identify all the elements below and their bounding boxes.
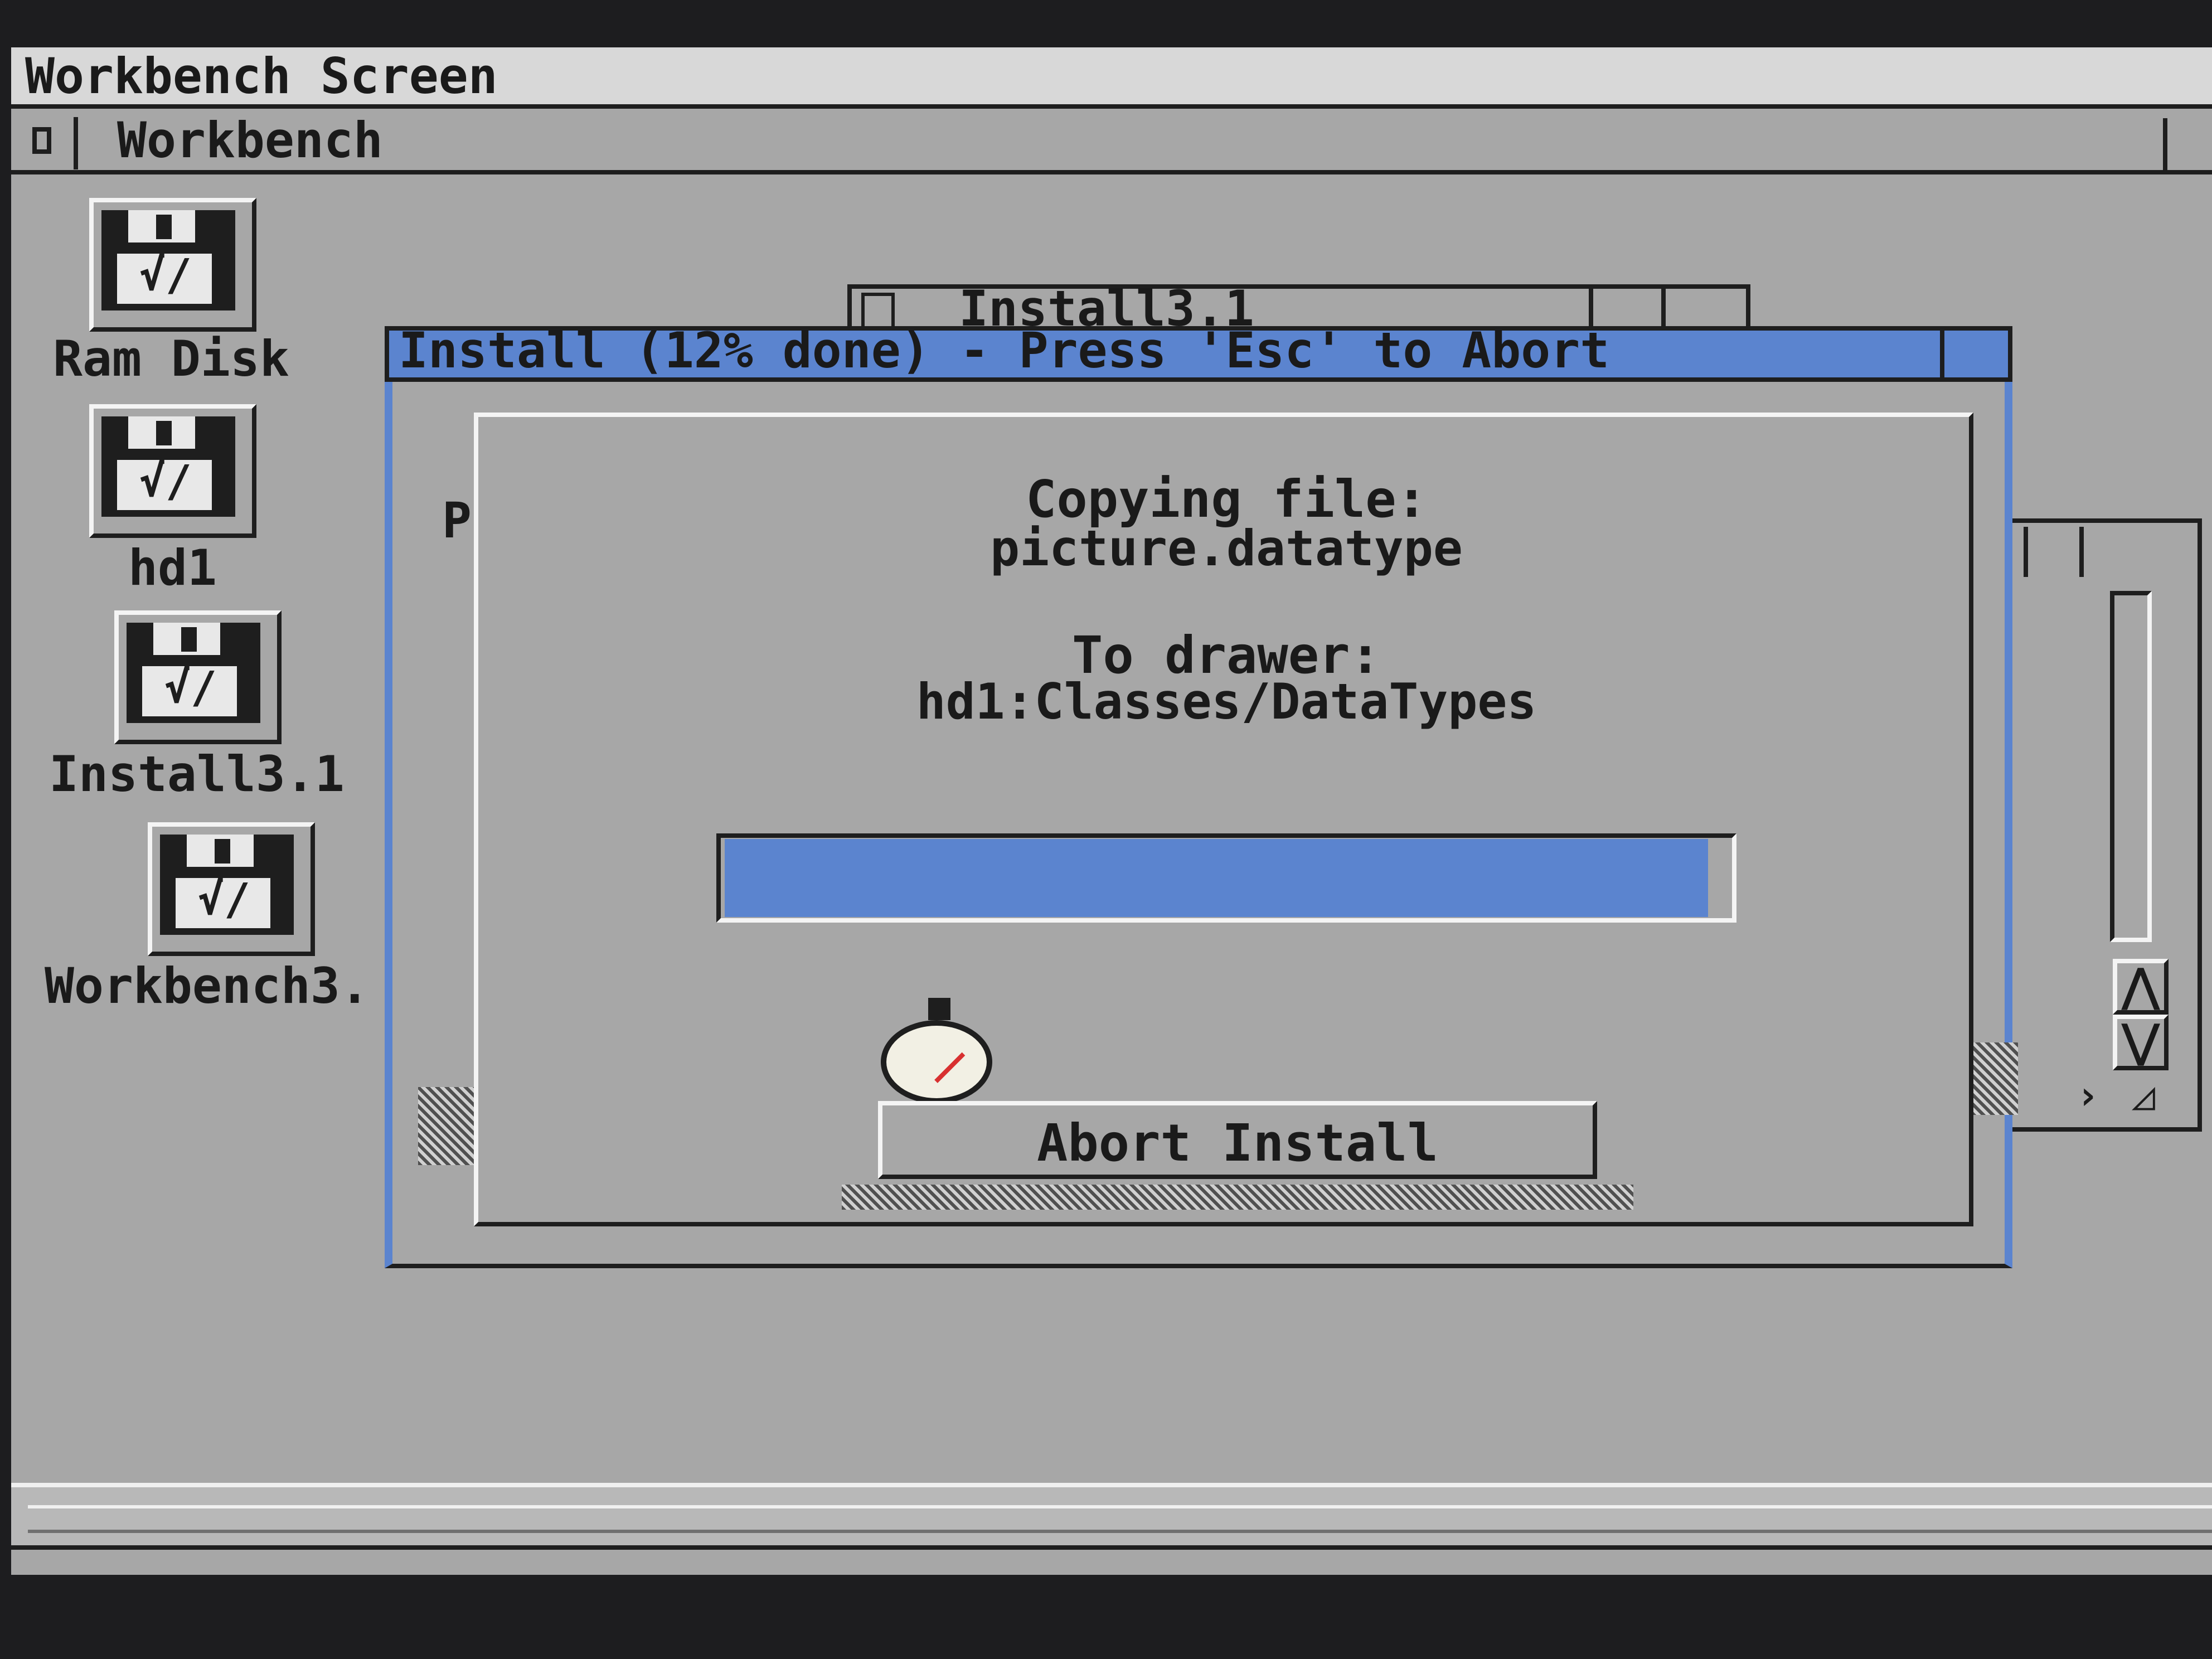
icon-label-hd1[interactable]: hd1 [128,544,217,593]
progress-bar-fill [725,839,1708,917]
vertical-scrollbar[interactable] [2110,591,2152,942]
hatched-border-left [418,1087,474,1165]
depth-gadget-icon[interactable] [1940,329,2010,382]
disk-slot [156,215,172,239]
scroll-down-icon[interactable]: ⋁ [2113,1015,2169,1070]
workbench3-icon[interactable]: √/ [148,822,315,956]
disk-slot [215,839,230,864]
disk-slot [181,627,197,652]
ram-disk-icon[interactable]: √/ [89,198,256,332]
install31-icon[interactable]: √/ [114,610,282,744]
scroll-up-icon[interactable]: ⋀ [2113,959,2169,1015]
check-mark: √/ [164,663,217,713]
copying-file-name: picture.datatype [990,520,1463,577]
zoom-gadget-icon[interactable] [2024,527,2074,577]
stopwatch-crown [928,998,950,1020]
stopwatch-face [881,1020,992,1104]
install-dialog-title: Install (12% done) - Press 'Esc' to Abor… [399,322,1610,379]
check-mark: √/ [198,875,250,925]
depth-gadget-icon[interactable] [2163,118,2212,174]
background-window-frame [1985,518,2202,1132]
check-mark: √/ [139,457,192,507]
close-gadget-icon [32,127,51,154]
copying-file-label: Copying file: [1025,469,1428,529]
icon-label-install31[interactable]: Install3.1 [49,750,345,799]
to-drawer-path: hd1:Classes/DataTypes [916,673,1537,730]
depth-gadget-icon[interactable] [2079,527,2157,577]
stopwatch-icon [875,998,998,1104]
icon-label-workbench3[interactable]: Workbench3. [45,962,370,1011]
check-mark: √/ [139,250,192,300]
workbench-window-title: Workbench [117,111,383,169]
horizontal-scrollbar[interactable] [28,1505,2212,1533]
icon-label-ram-disk[interactable]: Ram Disk [53,334,289,384]
hd1-icon[interactable]: √/ [89,404,256,538]
size-gadget-icon[interactable]: ◿ [2118,1076,2169,1126]
partial-text-left: P [442,492,472,549]
scroll-right-icon[interactable]: › [2063,1076,2113,1126]
hatched-border-bottom [842,1185,1633,1210]
disk-slot [156,421,172,445]
abort-install-button[interactable]: Abort Install [878,1101,1597,1179]
screen-title: Workbench Screen [25,47,498,105]
